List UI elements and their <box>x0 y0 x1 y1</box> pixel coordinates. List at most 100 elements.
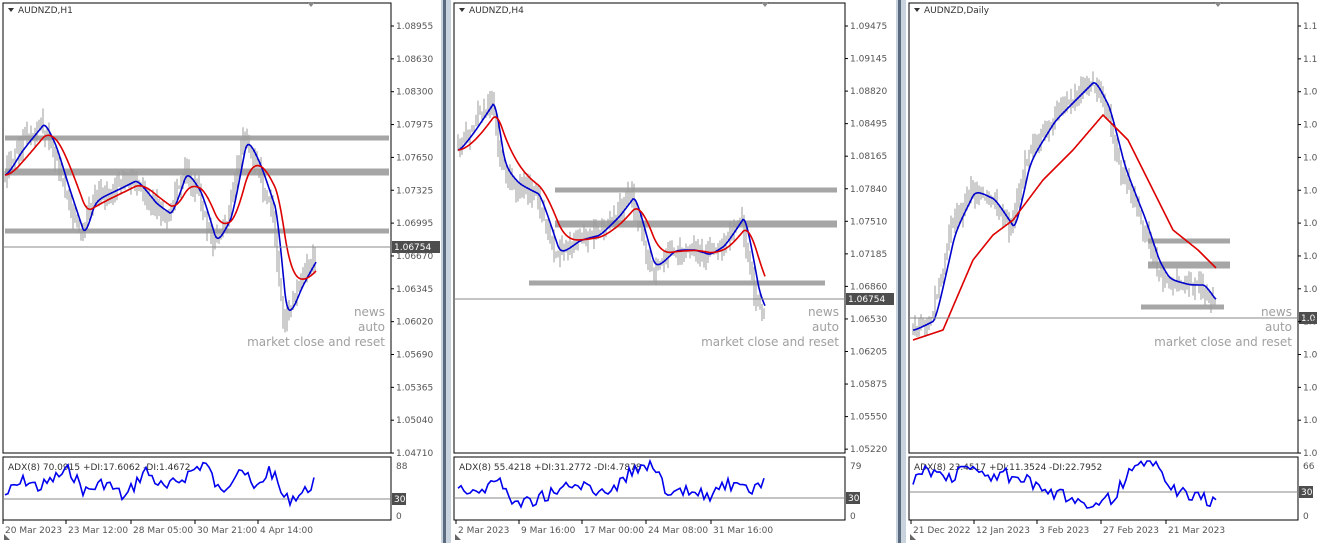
price-axis-label: 1.07975 <box>396 121 433 131</box>
time-axis-label: 21 Mar 2023 <box>1168 526 1225 536</box>
overlay-status-text: auto <box>812 320 839 334</box>
price-axis-label: 1.0 <box>1303 416 1317 426</box>
price-axis-label: 1.09475 <box>850 22 887 32</box>
chart-window-audnzd-h4[interactable]: 1.06754 1.09475 1.09145 1.08820 1.08495 1.081… <box>451 0 896 543</box>
price-axis-label: 1.05875 <box>850 380 887 390</box>
adx-scale-label: 88 <box>396 462 408 472</box>
price-axis-label: 1.08300 <box>396 88 433 98</box>
price-axis-label: 1.07185 <box>850 250 887 260</box>
level-band <box>529 280 825 286</box>
price-axis-label: 1.0 <box>1303 121 1317 131</box>
symbol-timeframe-label: AUDNZD,H4 <box>469 6 524 16</box>
symbol-timeframe-label: AUDNZD,Daily <box>924 6 990 16</box>
price-axis-label: 1.05365 <box>396 383 433 393</box>
price-axis-label: 1.06020 <box>396 318 433 328</box>
price-axis-label: 1.08630 <box>396 55 433 65</box>
chart-shift-marker-icon <box>761 2 769 7</box>
adx-indicator-label: ADX(8) 70.0915 +DI:17.6062 -DI:1.4672 <box>8 463 191 473</box>
time-axis-label: 2 Mar 2023 <box>458 526 509 536</box>
time-axis-label: 12 Jan 2023 <box>976 526 1030 536</box>
price-chart-h1[interactable]: 1.067541.089551.086301.083001.079751.076… <box>0 0 441 543</box>
price-chart-daily[interactable]: 1.0 1.1 1.1 1.0 1.0 1.0 1.0 1.0 1.0 1.0 1.0 1.0 1.0 1… <box>906 0 1317 543</box>
price-axis-label: 1.06670 <box>396 252 433 262</box>
price-axis-label: 1.07840 <box>850 185 887 195</box>
price-axis-label: 1.08820 <box>850 87 887 97</box>
price-axis-label: 1.0 <box>1303 449 1317 459</box>
price-axis-label: 1.06860 <box>850 282 887 292</box>
price-axis-label: 1.04710 <box>396 449 433 459</box>
overlay-status-text: news <box>354 305 385 319</box>
window-splitter[interactable] <box>441 0 451 543</box>
time-axis-label: 23 Mar 12:00 <box>68 526 128 536</box>
adx-indicator-label: ADX(8) 55.4218 +DI:31.2772 -DI:4.7878 <box>459 463 642 473</box>
price-axis-label: 1.05550 <box>850 413 887 423</box>
adx-scale-label: 30 <box>394 495 406 505</box>
time-axis-label: 21 Dec 2022 <box>913 526 971 536</box>
symbol-menu-icon <box>8 8 14 12</box>
price-axis-label: 1.0 <box>1303 383 1317 393</box>
adx-scale-label: 0 <box>850 512 856 522</box>
slow-moving-average-line <box>457 116 766 277</box>
price-axis-label: 1.09145 <box>850 55 887 65</box>
level-band <box>5 135 389 141</box>
price-axis-label: 1.1 <box>1303 22 1317 32</box>
adx-scale-label: 30 <box>848 494 860 504</box>
price-axis-label: 1.0 <box>1303 88 1317 98</box>
price-axis-label: 1.0 <box>1303 186 1317 196</box>
price-axis-label: 1.07510 <box>850 217 887 227</box>
overlay-status-text: news <box>808 305 839 319</box>
window-splitter[interactable] <box>896 0 906 543</box>
level-band <box>555 220 837 228</box>
overlay-status-text: market close and reset <box>1154 335 1292 349</box>
price-axis-label: 1.05690 <box>396 351 433 361</box>
price-axis-label: 1.1 <box>1303 55 1317 65</box>
chart-window-audnzd-daily[interactable]: 1.0 1.1 1.1 1.0 1.0 1.0 1.0 1.0 1.0 1.0 1.0 1.0 1.0 1… <box>906 0 1317 543</box>
chart-window-audnzd-h1[interactable]: 1.06754 1.08955 1.08630 1.08300 1.07975 1.076… <box>0 0 441 543</box>
level-band <box>5 168 389 176</box>
price-axis-label: 1.0 <box>1303 351 1317 361</box>
time-axis-label: 30 Mar 21:00 <box>197 526 257 536</box>
price-pane-frame <box>2 2 392 454</box>
price-pane-frame <box>908 2 1299 454</box>
price-axis-label: 1.06995 <box>396 219 433 229</box>
symbol-menu-icon <box>914 8 920 12</box>
time-axis-label: 24 Mar 08:00 <box>648 526 708 536</box>
adx-scale-label: 30 <box>1301 488 1313 498</box>
overlay-status-text: auto <box>358 320 385 334</box>
price-chart-h4[interactable]: 1.06754 1.09475 1.09145 1.08820 1.08495 1.081… <box>451 0 896 543</box>
adx-scale-label: 0 <box>396 512 402 522</box>
time-axis-label: 17 Mar 00:00 <box>584 526 644 536</box>
price-axis-label: 1.0 <box>1303 219 1317 229</box>
symbol-menu-icon <box>459 8 465 12</box>
price-axis-label: 1.08165 <box>850 152 887 162</box>
symbol-timeframe-label: AUDNZD,H1 <box>18 6 73 16</box>
adx-indicator-label: ADX(8) 23.4517 +DI:11.3524 -DI:22.7952 <box>914 463 1102 473</box>
price-axis-label: 1.0 <box>1303 285 1317 295</box>
time-axis-label: 27 Feb 2023 <box>1103 526 1159 536</box>
level-band <box>555 187 837 193</box>
overlay-status-text: market close and reset <box>247 335 385 349</box>
price-axis-label: 1.07650 <box>396 153 433 163</box>
overlay-status-text: news <box>1261 305 1292 319</box>
chart-shift-marker-icon <box>1214 2 1222 7</box>
price-axis-label: 1.06205 <box>850 348 887 358</box>
price-axis-label: 1.07325 <box>396 186 433 196</box>
price-axis-label: 1.05220 <box>850 445 887 455</box>
price-axis-label: 1.08955 <box>396 22 433 32</box>
price-axis-label: 1.06345 <box>396 285 433 295</box>
adx-scale-label: 66 <box>1303 462 1315 472</box>
overlay-status-text: auto <box>1265 320 1292 334</box>
time-axis-label: 4 Apr 14:00 <box>260 526 313 536</box>
price-axis-label: 1.06530 <box>850 315 887 325</box>
time-axis-label: 3 Feb 2023 <box>1039 526 1089 536</box>
chart-shift-marker-icon <box>307 2 315 7</box>
level-band <box>1141 304 1224 310</box>
adx-scale-label: 0 <box>1303 512 1309 522</box>
time-axis-label: 31 Mar 16:00 <box>713 526 773 536</box>
time-axis-label: 9 Mar 16:00 <box>521 526 576 536</box>
current-price-label: 1.06754 <box>848 295 885 305</box>
overlay-status-text: market close and reset <box>701 335 839 349</box>
price-axis-label: 1.0 <box>1303 318 1317 328</box>
time-axis-label: 20 Mar 2023 <box>5 526 62 536</box>
adx-scale-label: 79 <box>850 462 862 472</box>
